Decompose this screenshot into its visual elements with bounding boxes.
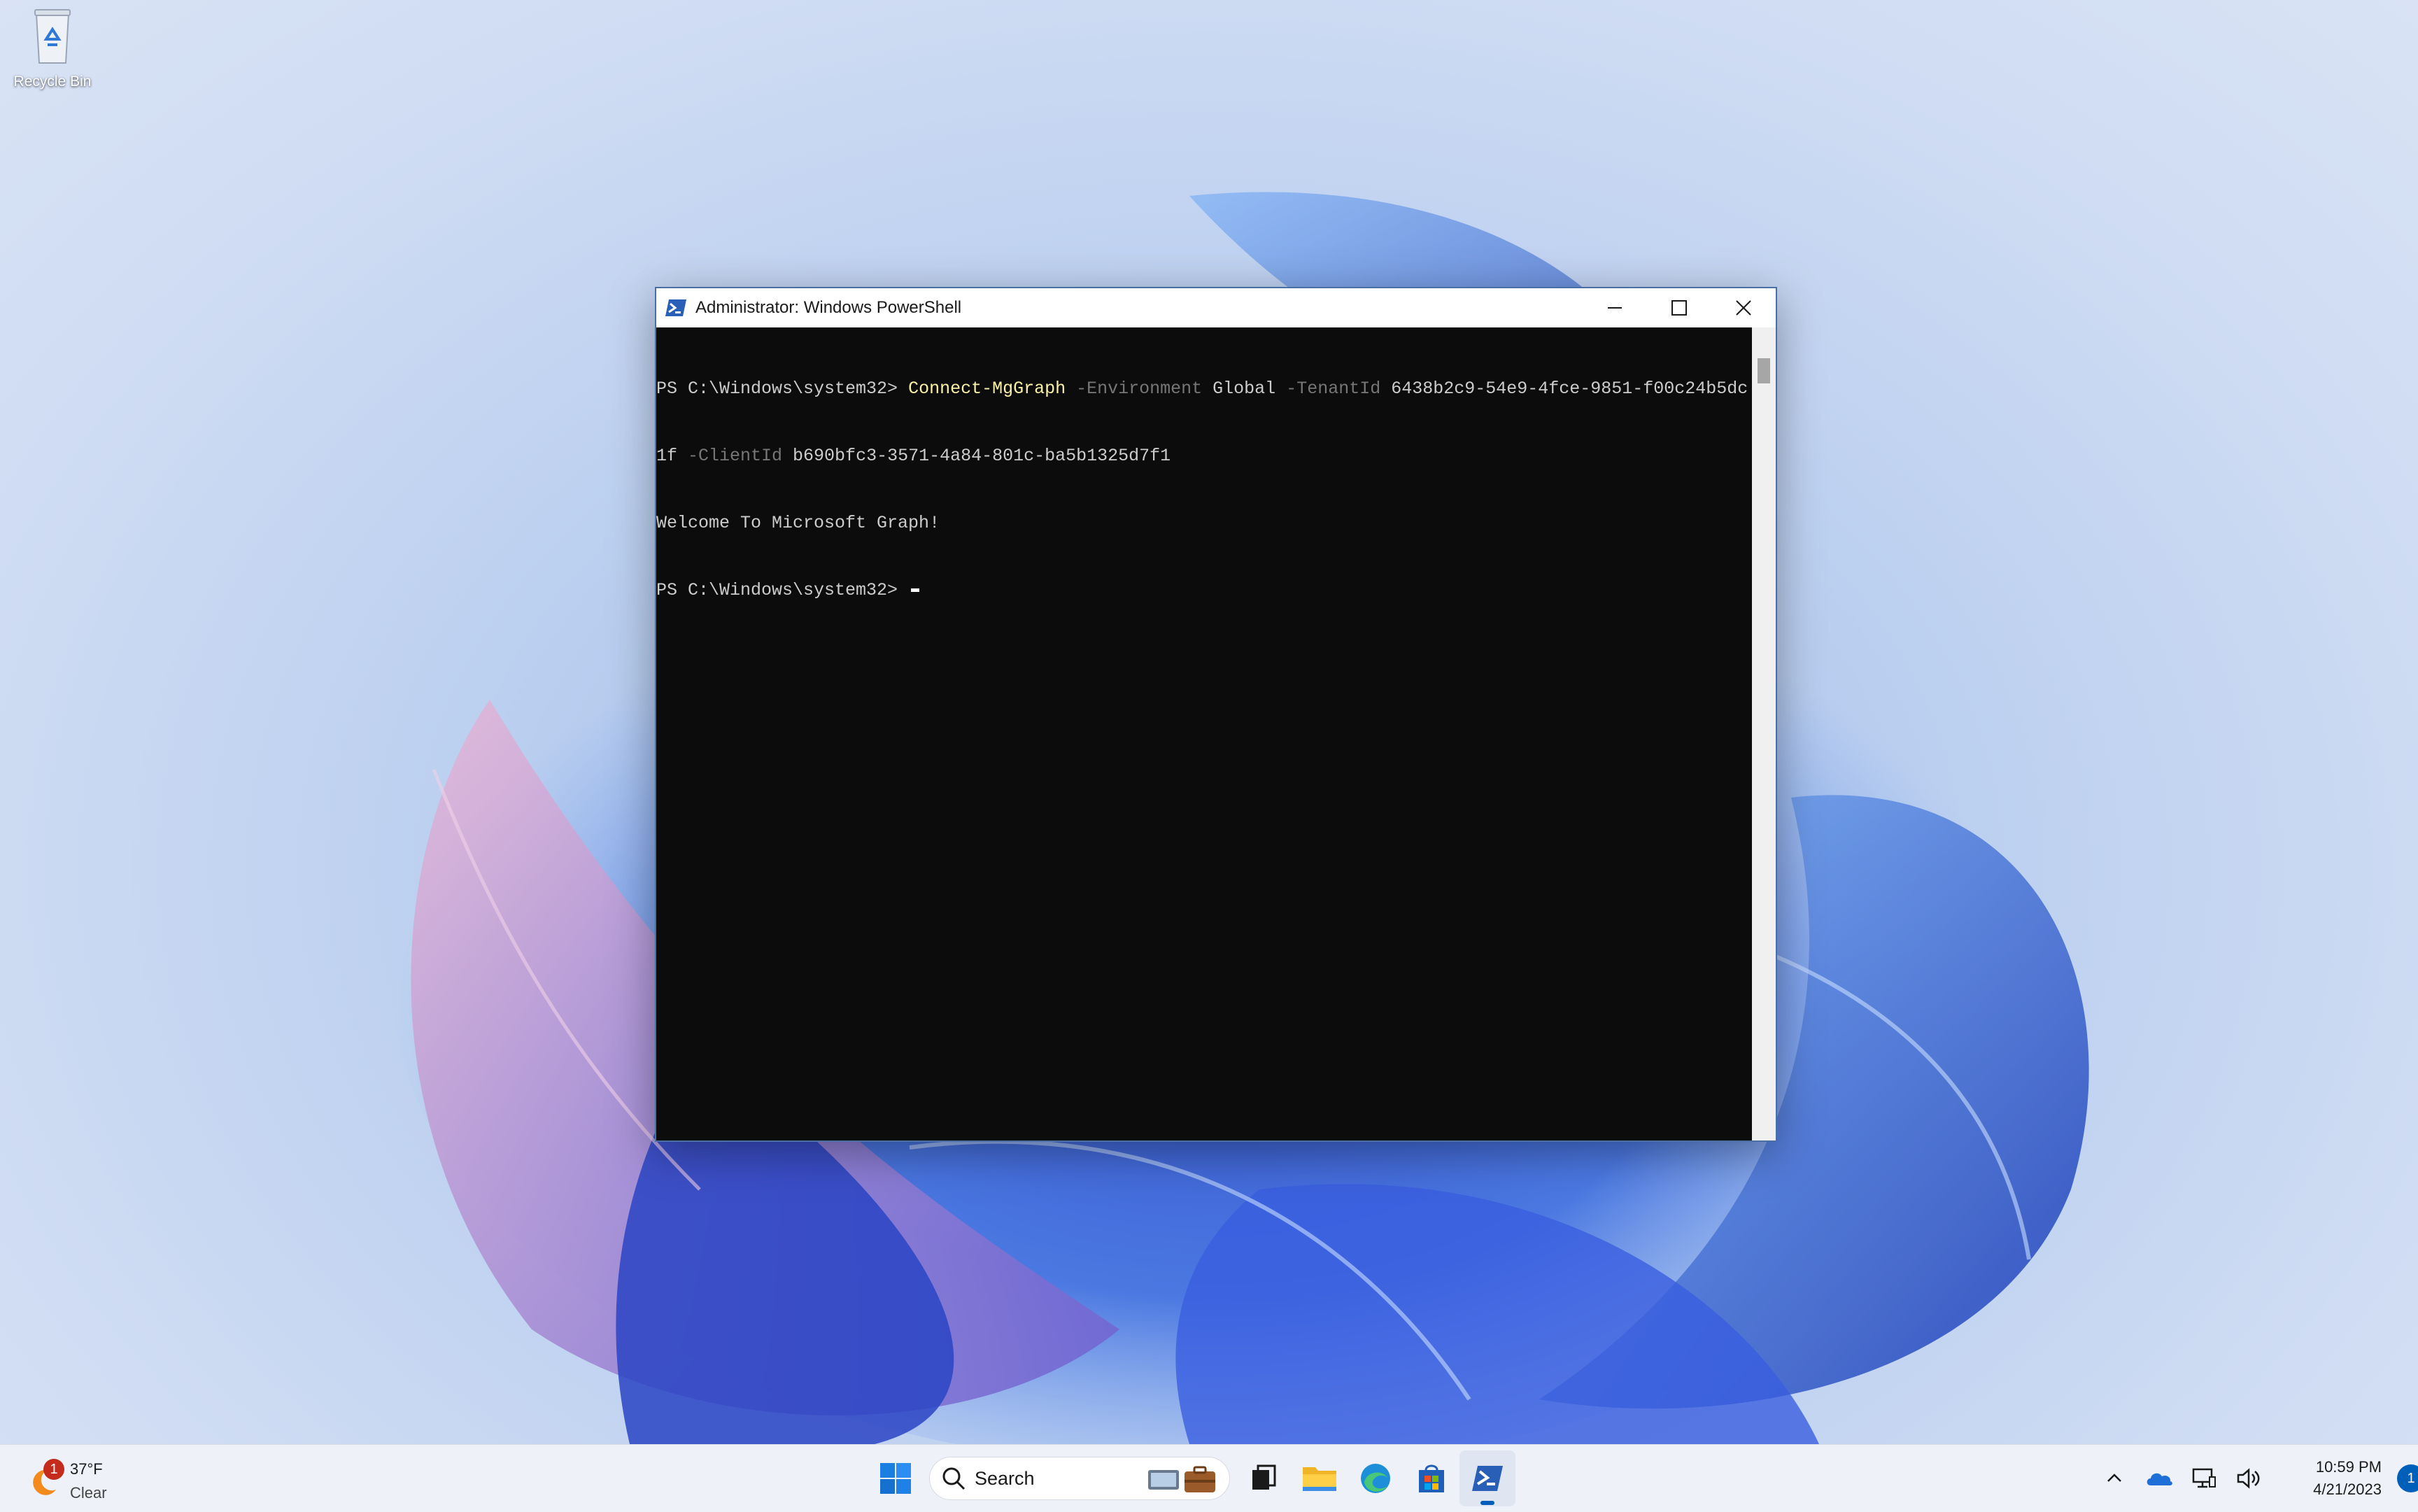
vertical-scrollbar[interactable] [1752,327,1776,1140]
network-icon [2192,1468,2216,1488]
prompt-text: PS C:\Windows\system32> [656,379,909,399]
value-environment: Global [1202,379,1276,399]
recycle-bin-label: Recycle Bin [13,73,92,90]
weather-widget[interactable]: 1 37°F Clear [21,1452,161,1505]
text-cursor [911,588,920,592]
minimize-icon [1608,307,1622,309]
search-icon [942,1467,966,1490]
system-tray: 10:59 PM 4/21/2023 1 [2092,1445,2418,1512]
folder-icon [1303,1467,1336,1491]
param-environment: -Environment [1066,379,1203,399]
search-box[interactable]: Search [929,1457,1230,1500]
onedrive-icon [2147,1473,2172,1485]
powershell-icon [665,299,686,316]
chevron-up-icon [2107,1474,2121,1482]
volume-button[interactable] [2226,1456,2271,1501]
maximize-button[interactable] [1647,288,1711,327]
value-clientid: b690bfc3-3571-4a84-801c-ba5b1325d7f1 [782,446,1171,466]
weather-badge: 1 [43,1459,64,1480]
param-clientid: -ClientId [677,446,783,466]
powershell-window[interactable]: Administrator: Windows PowerShell PS C:\… [655,287,1777,1142]
weather-condition: Clear [70,1484,107,1502]
search-label: Search [975,1467,1035,1489]
prompt-text: PS C:\Windows\system32> [656,580,909,600]
console-line: PS C:\Windows\system32> Connect-MgGraph … [656,378,1752,400]
store-icon [1419,1464,1444,1492]
network-button[interactable] [2182,1456,2226,1501]
speaker-icon [2237,1468,2260,1489]
close-button[interactable] [1711,288,1776,327]
task-view-icon [1252,1464,1276,1490]
console-output[interactable]: PS C:\Windows\system32> Connect-MgGraph … [656,327,1752,1140]
clock[interactable]: 10:59 PM 4/21/2023 [2277,1456,2382,1501]
window-title: Administrator: Windows PowerShell [695,298,962,317]
minimize-button[interactable] [1583,288,1647,327]
powershell-icon [1472,1466,1503,1491]
notification-badge[interactable]: 1 [2397,1464,2418,1492]
value-tenantid: 6438b2c9-54e9-4fce-9851-f00c24b5dc [1380,379,1748,399]
scrollbar-thumb[interactable] [1758,358,1770,383]
cmdlet-text: Connect-MgGraph [908,379,1066,399]
recycle-bin-shortcut[interactable]: Recycle Bin [7,4,98,102]
maximize-icon [1671,300,1687,316]
start-button[interactable] [868,1450,924,1506]
console-line[interactable]: PS C:\Windows\system32> [656,579,1752,602]
console-line: 1f -ClientId b690bfc3-3571-4a84-801c-ba5… [656,445,1752,467]
onedrive-button[interactable] [2137,1456,2182,1501]
console-line: Welcome To Microsoft Graph! [656,513,940,533]
close-icon [1736,300,1751,316]
window-titlebar[interactable]: Administrator: Windows PowerShell [656,288,1776,327]
param-tenantid: -TenantId [1275,379,1381,399]
search-highlight-icon [1148,1466,1215,1492]
show-hidden-icons-button[interactable] [2092,1456,2137,1501]
file-explorer-button[interactable] [1292,1450,1348,1506]
windows-start-icon [880,1463,911,1494]
clock-date: 4/21/2023 [2313,1481,2382,1498]
powershell-taskbar-button[interactable] [1459,1450,1515,1506]
taskbar-apps: Search [868,1450,1515,1506]
desktop: Recycle Bin Administrator: Windows Power… [0,0,2418,1444]
edge-icon [1361,1464,1390,1493]
value-tenantid-cont: 1f [656,446,678,466]
task-view-button[interactable] [1236,1450,1292,1506]
recycle-bin-icon [34,9,71,64]
weather-temp: 37°F [70,1460,103,1478]
store-button[interactable] [1404,1450,1459,1506]
clock-time: 10:59 PM [2315,1458,2382,1476]
taskbar: 1 37°F Clear Search 10:59 PM 4/21/2023 1 [0,1444,2418,1512]
edge-button[interactable] [1348,1450,1404,1506]
